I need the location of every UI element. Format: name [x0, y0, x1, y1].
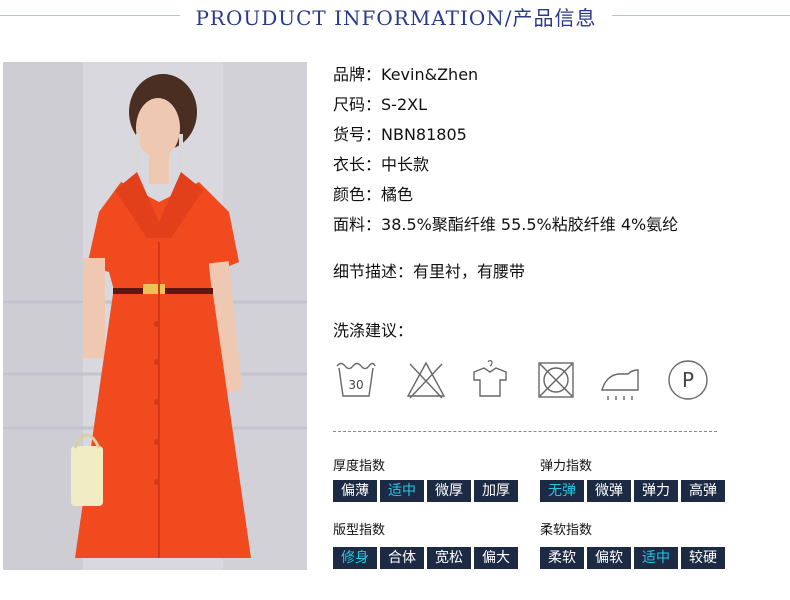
fit-title: 版型指数	[333, 523, 386, 538]
softness-option: 柔软	[540, 547, 584, 569]
thickness-title: 厚度指数	[333, 459, 386, 474]
thickness-option: 适中	[380, 480, 424, 502]
care-title: 洗涤建议：	[333, 321, 414, 340]
header-line-left	[0, 15, 180, 16]
softness-title: 柔软指数	[540, 523, 593, 538]
elasticity-title: 弹力指数	[540, 459, 593, 474]
detail-description: 细节描述：有里衬，有腰带	[333, 262, 526, 281]
elasticity-option: 微弹	[587, 480, 631, 502]
dry-clean-p-icon: P	[668, 360, 708, 400]
page-title: PROUDUCT INFORMATION/产品信息	[195, 6, 597, 30]
info-size: 尺码：S-2XL	[333, 95, 427, 114]
elasticity-option: 无弹	[540, 480, 584, 502]
info-fabric: 面料：38.5%聚酯纤维 55.5%粘胶纤维 4%氨纶	[333, 215, 679, 234]
care-icons: 30 P	[334, 358, 714, 404]
info-color: 颜色：橘色	[333, 185, 414, 204]
header-line-right	[612, 15, 790, 16]
thickness-options: 偏薄 适中 微厚 加厚	[333, 480, 518, 502]
product-info: 品牌：Kevin&Zhen 尺码：S-2XL 货号：NBN81805 衣长：中长…	[333, 63, 678, 243]
fit-options: 修身 合体 宽松 偏大	[333, 547, 518, 569]
fit-option: 偏大	[474, 547, 518, 569]
dry-clean-letter: P	[682, 368, 694, 392]
thickness-option: 微厚	[427, 480, 471, 502]
iron-icon	[601, 369, 639, 400]
wash-30-icon: 30	[336, 362, 376, 397]
softness-option: 较硬	[681, 547, 725, 569]
product-photo	[3, 62, 307, 570]
softness-option: 适中	[634, 547, 678, 569]
elasticity-option: 弹力	[634, 480, 678, 502]
info-length: 衣长：中长款	[333, 155, 430, 174]
softness-options: 柔软 偏软 适中 较硬	[540, 547, 725, 569]
fit-option: 合体	[380, 547, 424, 569]
thickness-option: 加厚	[474, 480, 518, 502]
hang-dry-icon	[473, 359, 507, 397]
thickness-option: 偏薄	[333, 480, 377, 502]
no-bleach-icon	[406, 361, 446, 399]
fit-option: 宽松	[427, 547, 471, 569]
elasticity-options: 无弹 微弹 弹力 高弹	[540, 480, 725, 502]
info-brand: 品牌：Kevin&Zhen	[333, 65, 479, 84]
model-illustration	[3, 62, 307, 570]
info-item-number: 货号：NBN81805	[333, 125, 467, 144]
wash-temp-label: 30	[348, 378, 363, 392]
softness-option: 偏软	[587, 547, 631, 569]
no-tumble-dry-icon	[538, 362, 574, 398]
elasticity-option: 高弹	[681, 480, 725, 502]
divider	[333, 431, 717, 432]
fit-option: 修身	[333, 547, 377, 569]
